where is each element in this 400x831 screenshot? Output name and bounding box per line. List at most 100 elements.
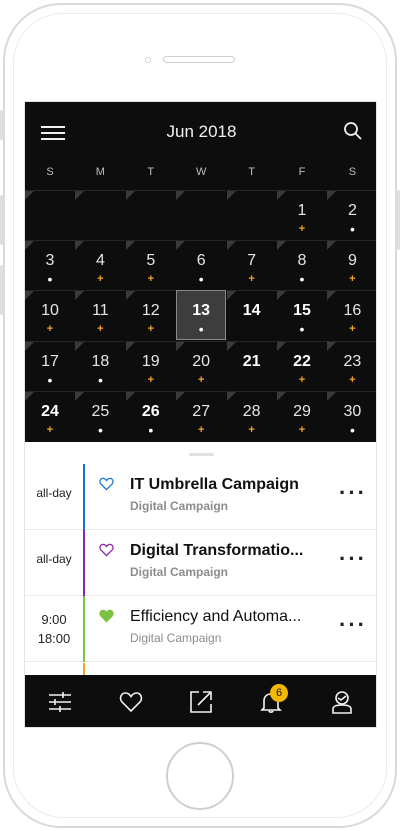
day-cell[interactable]: 22 + — [277, 340, 327, 391]
event-plus-indicator: + — [298, 423, 306, 436]
day-cell[interactable]: 7 + — [226, 240, 277, 290]
side-button-volume-up — [0, 195, 4, 245]
side-button-volume-down — [0, 265, 4, 315]
day-cell[interactable]: 10 + — [25, 290, 75, 340]
event-row[interactable]: 9:00 18:00 Efficiency and Automa... Digital… — [25, 596, 376, 662]
nav-favorites[interactable] — [96, 675, 166, 727]
day-cell[interactable]: 15 • — [277, 290, 327, 340]
nav-filters[interactable] — [25, 675, 95, 727]
day-number: 30 — [343, 402, 362, 420]
day-cell[interactable]: 19 + — [125, 340, 176, 391]
more-options-icon[interactable]: ··· — [339, 612, 367, 638]
event-color-bar — [83, 464, 85, 530]
event-plus-indicator: + — [349, 373, 356, 386]
nav-notifications[interactable] — [236, 675, 306, 727]
day-number: 19 — [141, 352, 160, 370]
favorite-heart-icon[interactable] — [99, 477, 114, 491]
day-cell[interactable]: 5 + — [125, 240, 176, 290]
day-cell[interactable]: 8 • — [277, 240, 327, 290]
event-start-time: all-day — [36, 486, 72, 500]
day-cell[interactable]: 9 + — [327, 240, 376, 290]
day-cell[interactable]: 2 • — [327, 190, 376, 240]
day-cell[interactable]: 27 + — [176, 390, 227, 441]
event-plus-indicator: + — [298, 223, 306, 235]
weekday-label: W — [195, 166, 207, 178]
event-plus-indicator: + — [197, 423, 205, 436]
nav-profile[interactable] — [307, 675, 376, 727]
day-cell[interactable]: 3 • — [25, 240, 75, 290]
event-plus-indicator: + — [46, 323, 54, 336]
empty-day-cell — [25, 190, 75, 240]
weekday-header: SMTWTFS — [25, 160, 376, 192]
day-number: 22 — [293, 352, 311, 370]
weekday-label: T — [147, 166, 155, 178]
drag-handle[interactable] — [189, 453, 214, 456]
day-number: 17 — [41, 352, 59, 370]
day-number: 12 — [141, 302, 160, 320]
weekday-label: S — [348, 166, 357, 178]
home-button[interactable] — [166, 742, 234, 810]
event-start-time: all-day — [36, 552, 72, 566]
month-grid: 1 +2 • 3 • 4 +5 +6 • 7 +8 • 9 +10 +11 +12 +13 • 14 15 • 16 +17… — [25, 190, 376, 441]
month-title[interactable]: Jun 2018 — [25, 122, 376, 142]
event-plus-indicator: + — [248, 273, 255, 286]
day-cell[interactable]: 28 + — [226, 390, 277, 441]
event-dot-indicator: • — [148, 421, 154, 438]
day-number: 13 — [192, 302, 211, 320]
day-cell[interactable]: 26 • — [125, 390, 176, 441]
weekday-label: F — [298, 166, 306, 178]
day-number: 7 — [247, 252, 257, 270]
day-cell[interactable]: 1 + — [277, 190, 327, 240]
more-options-icon[interactable]: ··· — [339, 480, 367, 506]
empty-day-cell — [226, 190, 277, 240]
day-number: 9 — [347, 252, 357, 270]
day-cell[interactable]: 25 • — [75, 390, 126, 441]
search-icon[interactable] — [343, 121, 363, 141]
day-cell[interactable]: 24 + — [25, 390, 75, 441]
event-color-bar — [83, 596, 85, 662]
side-button-power — [396, 190, 400, 250]
day-cell[interactable]: 29 + — [277, 390, 327, 441]
side-button-mute — [0, 110, 4, 140]
nav-share[interactable] — [166, 675, 236, 727]
event-dot-indicator: • — [47, 271, 53, 288]
event-category: Digital Campaign — [130, 499, 229, 513]
day-number: 25 — [91, 402, 110, 420]
event-dot-indicator: • — [97, 371, 103, 388]
day-cell[interactable]: 14 — [226, 290, 277, 340]
day-cell[interactable]: 18 • — [75, 340, 126, 391]
event-dot-indicator: • — [349, 421, 355, 438]
event-color-bar — [83, 530, 85, 596]
event-dot-indicator: • — [198, 321, 204, 338]
profile-icon — [332, 691, 352, 714]
day-cell[interactable]: 12 + — [125, 290, 176, 340]
event-end-time: 18:00 — [37, 631, 71, 646]
event-dot-indicator: • — [97, 421, 103, 438]
favorite-heart-icon[interactable] — [99, 543, 114, 557]
day-cell[interactable]: 13 • — [176, 290, 227, 341]
favorite-heart-icon[interactable] — [99, 609, 114, 623]
event-plus-indicator: + — [349, 323, 356, 336]
front-camera — [145, 57, 151, 63]
event-plus-indicator: + — [349, 273, 356, 286]
day-number: 11 — [92, 302, 109, 320]
day-cell[interactable]: 16 + — [327, 290, 376, 340]
day-cell[interactable]: 23 + — [327, 340, 376, 391]
empty-day-cell — [176, 190, 227, 240]
day-cell[interactable]: 17 • — [25, 340, 75, 391]
day-number: 3 — [45, 252, 55, 270]
weekday-label: S — [46, 166, 54, 178]
day-cell[interactable]: 6 • — [176, 240, 227, 290]
day-cell[interactable]: 4 + — [75, 240, 126, 290]
day-cell[interactable]: 21 — [226, 340, 277, 391]
event-dot-indicator: • — [349, 221, 355, 237]
event-row[interactable]: all-day Digital Transformatio... Digital C… — [25, 530, 376, 596]
day-cell[interactable]: 11 + — [75, 290, 126, 340]
event-row[interactable]: all-day IT Umbrella Campaign Digital Campa… — [25, 464, 376, 530]
next-event-color-bar — [83, 663, 85, 675]
day-number: 6 — [196, 252, 206, 270]
day-cell[interactable]: 20 + — [176, 340, 227, 391]
day-cell[interactable]: 30 • — [327, 390, 376, 441]
more-options-icon[interactable]: ··· — [339, 546, 367, 572]
event-plus-indicator: + — [46, 423, 54, 436]
